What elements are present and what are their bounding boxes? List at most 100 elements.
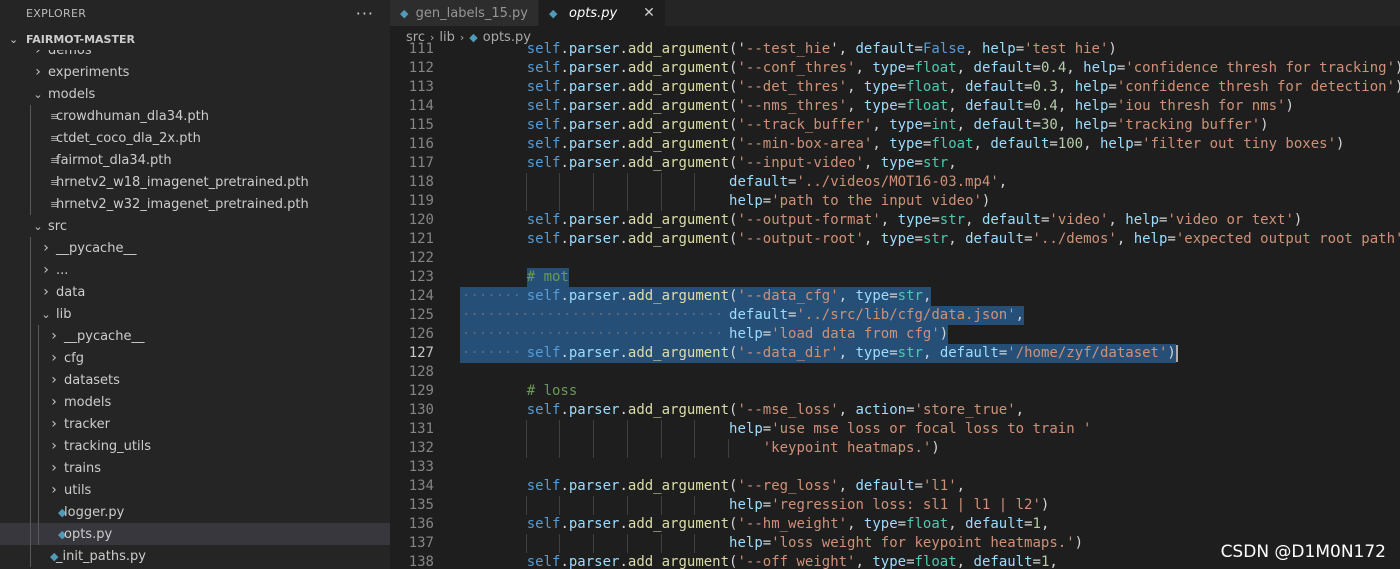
line-number: 117: [408, 155, 434, 171]
indent-guide: [593, 496, 595, 515]
code-token: action: [855, 402, 907, 418]
indent-guide: [525, 534, 527, 553]
tree-file[interactable]: ≡ fairmot_dla34.pth: [0, 149, 390, 171]
tree-folder[interactable]: › experiments: [0, 61, 390, 83]
tree-folder[interactable]: ⌄ src: [0, 215, 390, 237]
code-token: =: [762, 326, 772, 342]
code-token: ,: [956, 478, 966, 494]
code-token: help: [1133, 231, 1168, 247]
code-token: =: [1133, 136, 1143, 152]
tree-file[interactable]: ◆ _init_paths.py: [0, 545, 390, 567]
code-token: .: [619, 136, 628, 152]
tree-folder[interactable]: ⌄ models: [0, 83, 390, 105]
code-token: '../demos': [1032, 231, 1117, 247]
code-token: =: [914, 155, 923, 171]
code-token: =: [889, 345, 898, 361]
code-token: ,: [998, 174, 1008, 190]
more-actions-icon[interactable]: ···: [356, 4, 374, 23]
code-token: .: [560, 60, 569, 76]
code-token: .: [619, 345, 628, 361]
code-text: self.parser.add_argument('--hm_weight', …: [527, 515, 1050, 534]
code-token: ,: [1116, 231, 1134, 247]
indent-guide: [559, 173, 561, 192]
code-token: .: [619, 98, 628, 114]
code-token: =: [1108, 79, 1117, 95]
line-number: 135: [408, 497, 434, 513]
indent-guide: [30, 523, 31, 545]
whitespace-dots: ·······························: [462, 307, 724, 323]
project-folder-header[interactable]: ⌄ FAIRMOT-MASTER: [0, 28, 390, 50]
code-token: float: [914, 554, 957, 569]
code-token: help: [729, 193, 763, 209]
code-token: =: [897, 516, 907, 532]
code-token: parser: [568, 478, 620, 494]
code-token: 0.3: [1032, 79, 1058, 95]
tree-item-label: hrnetv2_w32_imagenet_pretrained.pth: [56, 196, 309, 212]
chevron-right-icon: ›: [51, 394, 57, 410]
code-token: add_argument: [627, 345, 730, 361]
tree-folder[interactable]: › cfg: [0, 347, 390, 369]
code-token: self: [526, 98, 561, 114]
tree-item-label: tracking_utils: [64, 438, 152, 454]
code-token: 1: [1032, 516, 1041, 532]
code-token: # mot: [526, 269, 569, 285]
code-token: =: [1024, 98, 1033, 114]
tree-file[interactable]: ◆ opts.py: [0, 523, 390, 545]
code-editor[interactable]: 111 self.parser.add_argument('--test_hie'…: [390, 40, 1400, 569]
code-token: help: [729, 421, 763, 437]
tab-gen-labels[interactable]: ◆ gen_labels_15.py: [390, 0, 539, 26]
tree-folder[interactable]: › tracker: [0, 413, 390, 435]
tree-folder[interactable]: › __pycache__: [0, 237, 390, 259]
tree-folder[interactable]: › datasets: [0, 369, 390, 391]
tree-folder[interactable]: › trains: [0, 457, 390, 479]
tree-file[interactable]: ≡ hrnetv2_w18_imagenet_pretrained.pth: [0, 171, 390, 193]
code-token: '--conf_thres': [737, 60, 856, 76]
code-token: =: [889, 288, 898, 304]
close-icon[interactable]: ✕: [643, 5, 655, 21]
code-token: ): [1167, 345, 1176, 361]
tree-folder[interactable]: › data: [0, 281, 390, 303]
line-number: 136: [408, 516, 434, 532]
code-text: default='../src/lib/cfg/data.json',: [729, 306, 1024, 325]
tree-folder[interactable]: ›...: [0, 259, 390, 281]
tree-folder[interactable]: › utils: [0, 479, 390, 501]
tree-item-label: src: [48, 218, 67, 234]
code-line: 127 self.parser.add_argument('--data_dir'…: [390, 344, 1400, 363]
indent-guide: [660, 192, 662, 211]
tree-item-label: models: [48, 86, 96, 102]
code-token: type: [889, 136, 923, 152]
code-token: '--hm_weight': [737, 516, 848, 532]
code-text: self.parser.add_argument('--data_dir', t…: [527, 344, 1176, 363]
code-token: ): [1108, 41, 1117, 57]
code-token: '--reg_loss': [737, 478, 839, 494]
code-token: =: [762, 421, 772, 437]
tree-file[interactable]: ≡ crowdhuman_dla34.pth: [0, 105, 390, 127]
tab-opts[interactable]: ◆ opts.py ✕: [539, 0, 666, 26]
tree-folder[interactable]: › __pycache__: [0, 325, 390, 347]
indent-guide: [38, 347, 39, 369]
code-line: 113 self.parser.add_argument('--det_thres…: [390, 78, 1400, 97]
code-line: 133: [390, 458, 1400, 477]
line-number: 127: [408, 345, 434, 361]
code-token: =: [1108, 98, 1117, 114]
tree-folder[interactable]: › tracking_utils: [0, 435, 390, 457]
code-token: .: [619, 231, 628, 247]
code-token: int: [931, 117, 957, 133]
tree-file[interactable]: ◆ logger.py: [0, 501, 390, 523]
tree-folder[interactable]: › models: [0, 391, 390, 413]
code-token: self: [526, 554, 561, 569]
line-number: 116: [408, 136, 434, 152]
code-token: # loss: [526, 383, 578, 399]
line-number: 137: [408, 535, 434, 551]
tree-folder[interactable]: ⌄ lib: [0, 303, 390, 325]
code-token: '--off_weight': [737, 554, 856, 569]
indent-guide: [660, 420, 662, 439]
code-line: 132 'keypoint heatmaps.'): [390, 439, 1400, 458]
code-line: 134 self.parser.add_argument('--reg_loss'…: [390, 477, 1400, 496]
code-token: 'confidence thresh for detection': [1116, 79, 1396, 95]
tree-file[interactable]: ≡ hrnetv2_w32_imagenet_pretrained.pth: [0, 193, 390, 215]
indent-guide: [525, 439, 527, 458]
tree-file[interactable]: ≡ ctdet_coco_dla_2x.pth: [0, 127, 390, 149]
line-number: 132: [408, 440, 434, 456]
code-token: help: [729, 326, 763, 342]
